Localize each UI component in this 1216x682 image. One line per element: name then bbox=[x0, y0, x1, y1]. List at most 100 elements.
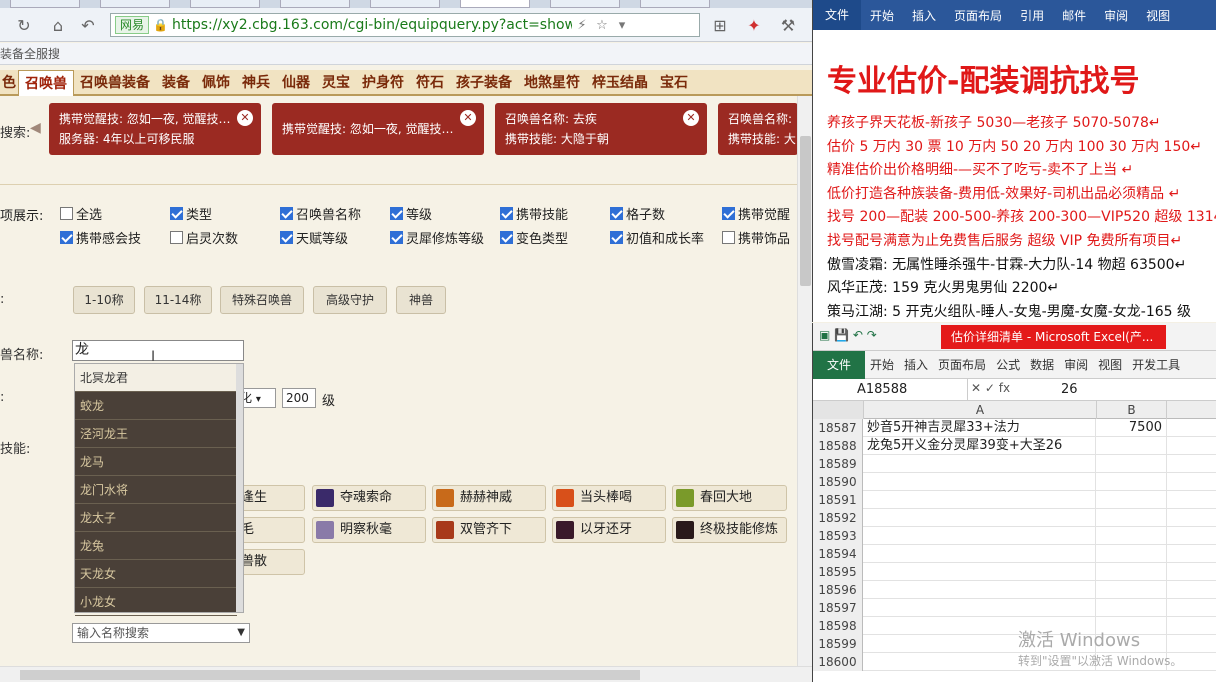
checkbox-checked-icon[interactable] bbox=[60, 231, 73, 244]
category-tab[interactable]: 宝石 bbox=[654, 70, 694, 96]
checkbox-checked-icon[interactable] bbox=[610, 207, 623, 220]
checkbox-checked-icon[interactable] bbox=[500, 207, 513, 220]
checkbox-checked-icon[interactable] bbox=[280, 207, 293, 220]
category-tab[interactable]: 召唤兽 bbox=[18, 70, 74, 96]
gamepad-icon[interactable]: ✦ bbox=[744, 16, 764, 36]
skill-button[interactable]: 双管齐下 bbox=[432, 517, 546, 543]
option-checkbox[interactable]: 初值和成长率 bbox=[610, 228, 704, 247]
refresh-icon[interactable]: ↻ bbox=[14, 16, 34, 36]
row-header[interactable]: 18589 bbox=[813, 455, 863, 473]
row-header[interactable]: 18594 bbox=[813, 545, 863, 563]
word-tab[interactable]: 视图 bbox=[1137, 7, 1179, 24]
home-icon[interactable]: ⌂ bbox=[48, 16, 68, 36]
cell-a[interactable] bbox=[864, 473, 1096, 491]
search-chip[interactable]: 召唤兽名称: 携带技能: 大 bbox=[718, 103, 798, 155]
cell-a[interactable] bbox=[864, 563, 1096, 581]
excel-tab[interactable]: 公式 bbox=[991, 356, 1025, 373]
browser-tab[interactable] bbox=[370, 0, 440, 8]
column-header[interactable]: A bbox=[864, 401, 1097, 419]
row-header[interactable]: 18597 bbox=[813, 599, 863, 617]
excel-quick-access-icon[interactable]: ▣ 💾 ↶ ↷ bbox=[819, 328, 877, 342]
checkbox-checked-icon[interactable] bbox=[170, 207, 183, 220]
skill-button[interactable]: 终极技能修炼 bbox=[672, 517, 787, 543]
excel-tab-file[interactable]: 文件 bbox=[813, 350, 866, 379]
row-header[interactable]: 18588 bbox=[813, 437, 863, 455]
excel-tab[interactable]: 审阅 bbox=[1059, 356, 1093, 373]
back-icon[interactable]: ↶ bbox=[78, 16, 98, 36]
cell-a[interactable] bbox=[864, 491, 1096, 509]
cell-b[interactable] bbox=[1097, 527, 1167, 545]
excel-tab[interactable]: 插入 bbox=[899, 356, 933, 373]
cell-a[interactable]: 龙兔5开义金分灵犀39变+大圣26 bbox=[864, 437, 1096, 455]
wrench-icon[interactable]: ⚒ bbox=[778, 16, 798, 36]
scrollbar-thumb[interactable] bbox=[20, 670, 640, 680]
row-header[interactable]: 18596 bbox=[813, 581, 863, 599]
row-header[interactable]: 18591 bbox=[813, 491, 863, 509]
suggestion-item[interactable]: 小龙女 bbox=[75, 588, 237, 616]
option-checkbox[interactable]: 变色类型 bbox=[500, 228, 568, 247]
browser-tab[interactable] bbox=[190, 0, 260, 8]
option-checkbox[interactable]: 携带觉醒 bbox=[722, 204, 790, 223]
checkbox-unchecked-icon[interactable] bbox=[722, 231, 735, 244]
quick-button[interactable]: 神兽 bbox=[396, 286, 446, 314]
category-tab-partial[interactable]: 色 bbox=[0, 70, 18, 96]
star-icon[interactable]: ☆ bbox=[592, 18, 612, 33]
category-tab[interactable]: 神兵 bbox=[236, 70, 276, 96]
close-icon[interactable]: ✕ bbox=[237, 110, 253, 126]
skill-button[interactable]: 夺魂索命 bbox=[312, 485, 426, 511]
checkbox-checked-icon[interactable] bbox=[500, 231, 513, 244]
excel-tab[interactable]: 开发工具 bbox=[1127, 356, 1185, 373]
cell-b[interactable] bbox=[1097, 563, 1167, 581]
cell-b[interactable] bbox=[1097, 491, 1167, 509]
option-checkbox[interactable]: 等级 bbox=[390, 204, 432, 223]
select-all-corner[interactable] bbox=[813, 401, 864, 419]
option-checkbox[interactable]: 启灵次数 bbox=[170, 228, 238, 247]
category-tab[interactable]: 灵宝 bbox=[316, 70, 356, 96]
browser-tab[interactable] bbox=[550, 0, 620, 8]
option-checkbox[interactable]: 全选 bbox=[60, 204, 102, 223]
excel-tab[interactable]: 数据 bbox=[1025, 356, 1059, 373]
skill-button[interactable]: 逢生 bbox=[240, 485, 305, 511]
search-chip[interactable]: 携带觉醒技: 忽如一夜, 觉醒技… ✕ bbox=[272, 103, 484, 155]
category-tab[interactable]: 装备 bbox=[156, 70, 196, 96]
cell-b[interactable] bbox=[1097, 455, 1167, 473]
quick-button[interactable]: 特殊召唤兽 bbox=[220, 286, 304, 314]
checkbox-checked-icon[interactable] bbox=[610, 231, 623, 244]
level-input[interactable]: 200 bbox=[282, 388, 316, 408]
category-tab[interactable]: 符石 bbox=[410, 70, 450, 96]
cell-a[interactable] bbox=[864, 581, 1096, 599]
category-tab[interactable]: 梓玉结晶 bbox=[586, 70, 654, 96]
option-checkbox[interactable]: 格子数 bbox=[610, 204, 665, 223]
excel-tab[interactable]: 视图 bbox=[1093, 356, 1127, 373]
skill-button[interactable]: 当头棒喝 bbox=[552, 485, 666, 511]
option-checkbox[interactable]: 灵犀修炼等级 bbox=[390, 228, 484, 247]
category-tab[interactable]: 护身符 bbox=[356, 70, 410, 96]
suggestion-item[interactable]: 龙门水将 bbox=[75, 476, 237, 504]
formula-value[interactable]: 26 bbox=[1061, 379, 1078, 401]
bookmark-item[interactable]: 装备全服搜 bbox=[0, 47, 60, 61]
category-tab[interactable]: 孩子装备 bbox=[450, 70, 518, 96]
quick-button[interactable]: 1-10称 bbox=[73, 286, 135, 314]
option-checkbox[interactable]: 携带技能 bbox=[500, 204, 568, 223]
checkbox-checked-icon[interactable] bbox=[390, 231, 403, 244]
word-tab-file[interactable]: 文件 bbox=[813, 0, 862, 30]
row-header[interactable]: 18595 bbox=[813, 563, 863, 581]
cell-a[interactable] bbox=[864, 455, 1096, 473]
search-chip[interactable]: 召唤兽名称: 去疾 携带技能: 大隐于朝 ✕ bbox=[495, 103, 707, 155]
excel-tab[interactable]: 开始 bbox=[865, 356, 899, 373]
checkbox-checked-icon[interactable] bbox=[390, 207, 403, 220]
row-header[interactable]: 18590 bbox=[813, 473, 863, 491]
column-header[interactable]: B bbox=[1097, 401, 1167, 419]
excel-tab[interactable]: 页面布局 bbox=[933, 356, 991, 373]
arrow-left-icon[interactable]: ◀ bbox=[30, 120, 41, 136]
quick-button[interactable]: 11-14称 bbox=[144, 286, 212, 314]
quick-button[interactable]: 高级守护 bbox=[313, 286, 387, 314]
row-header[interactable]: 18587 bbox=[813, 419, 863, 437]
page-scrollbar[interactable] bbox=[797, 96, 812, 666]
cell-a[interactable] bbox=[864, 599, 1096, 617]
row-header[interactable]: 18600 bbox=[813, 653, 863, 671]
formula-icons[interactable]: ✕ ✓ fx bbox=[971, 381, 1010, 395]
word-tab[interactable]: 页面布局 bbox=[945, 7, 1011, 24]
browser-tab[interactable] bbox=[640, 0, 710, 8]
suggestion-item[interactable]: 天龙女 bbox=[75, 560, 237, 588]
